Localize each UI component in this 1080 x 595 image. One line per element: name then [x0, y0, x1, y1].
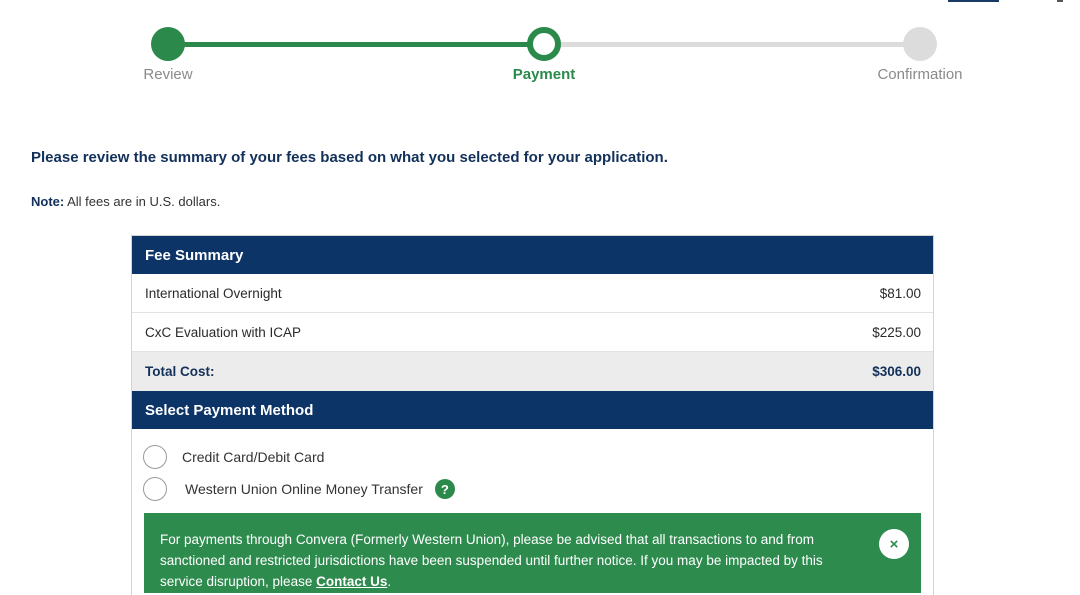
currency-note: Note: All fees are in U.S. dollars.	[31, 194, 220, 209]
payment-method-header: Select Payment Method	[132, 391, 933, 429]
western-union-option-label[interactable]: Western Union Online Money Transfer	[185, 481, 423, 497]
step-review-dot	[151, 27, 185, 61]
fee-label: CxC Evaluation with ICAP	[145, 324, 302, 340]
step-payment-label: Payment	[512, 66, 576, 83]
card-option-label[interactable]: Credit Card/Debit Card	[182, 449, 324, 465]
alert-text: For payments through Convera (Formerly W…	[160, 532, 823, 589]
western-union-radio[interactable]	[143, 477, 167, 501]
payment-option-western-union[interactable]: Western Union Online Money Transfer ?	[132, 473, 933, 505]
contact-us-link[interactable]: Contact Us	[316, 574, 387, 589]
fee-label: International Overnight	[145, 285, 282, 301]
help-icon[interactable]: ?	[434, 479, 455, 499]
progress-track-complete	[168, 42, 544, 47]
close-icon[interactable]: ×	[879, 529, 909, 559]
fee-summary-header: Fee Summary	[132, 236, 933, 274]
payment-option-card[interactable]: Credit Card/Debit Card	[132, 441, 933, 473]
convera-alert: For payments through Convera (Formerly W…	[144, 513, 921, 593]
step-confirmation-label: Confirmation	[877, 66, 963, 83]
fee-row: CxC Evaluation with ICAP $225.00	[132, 313, 933, 352]
progress-track-remaining	[544, 42, 920, 47]
total-row: Total Cost: $306.00	[132, 352, 933, 391]
payment-method-list: Credit Card/Debit Card Western Union Onl…	[132, 429, 933, 593]
step-payment-dot	[527, 27, 561, 61]
progress-stepper: Review Payment Confirmation	[0, 26, 1080, 96]
step-confirmation-dot	[903, 27, 937, 61]
alert-suffix: .	[387, 574, 392, 589]
fee-amount: $81.00	[879, 285, 921, 301]
top-nav-link[interactable]	[948, 0, 999, 2]
total-label: Total Cost:	[145, 364, 215, 379]
step-review-label: Review	[143, 66, 193, 83]
note-prefix: Note:	[31, 194, 65, 209]
card-radio[interactable]	[143, 445, 167, 469]
note-text: All fees are in U.S. dollars.	[67, 194, 221, 209]
fee-amount: $225.00	[872, 324, 921, 340]
top-nav-mark	[1057, 0, 1063, 2]
page-intro: Please review the summary of your fees b…	[31, 149, 668, 166]
fee-row: International Overnight $81.00	[132, 274, 933, 313]
fee-panel: Fee Summary International Overnight $81.…	[131, 235, 934, 595]
total-amount: $306.00	[872, 364, 921, 379]
